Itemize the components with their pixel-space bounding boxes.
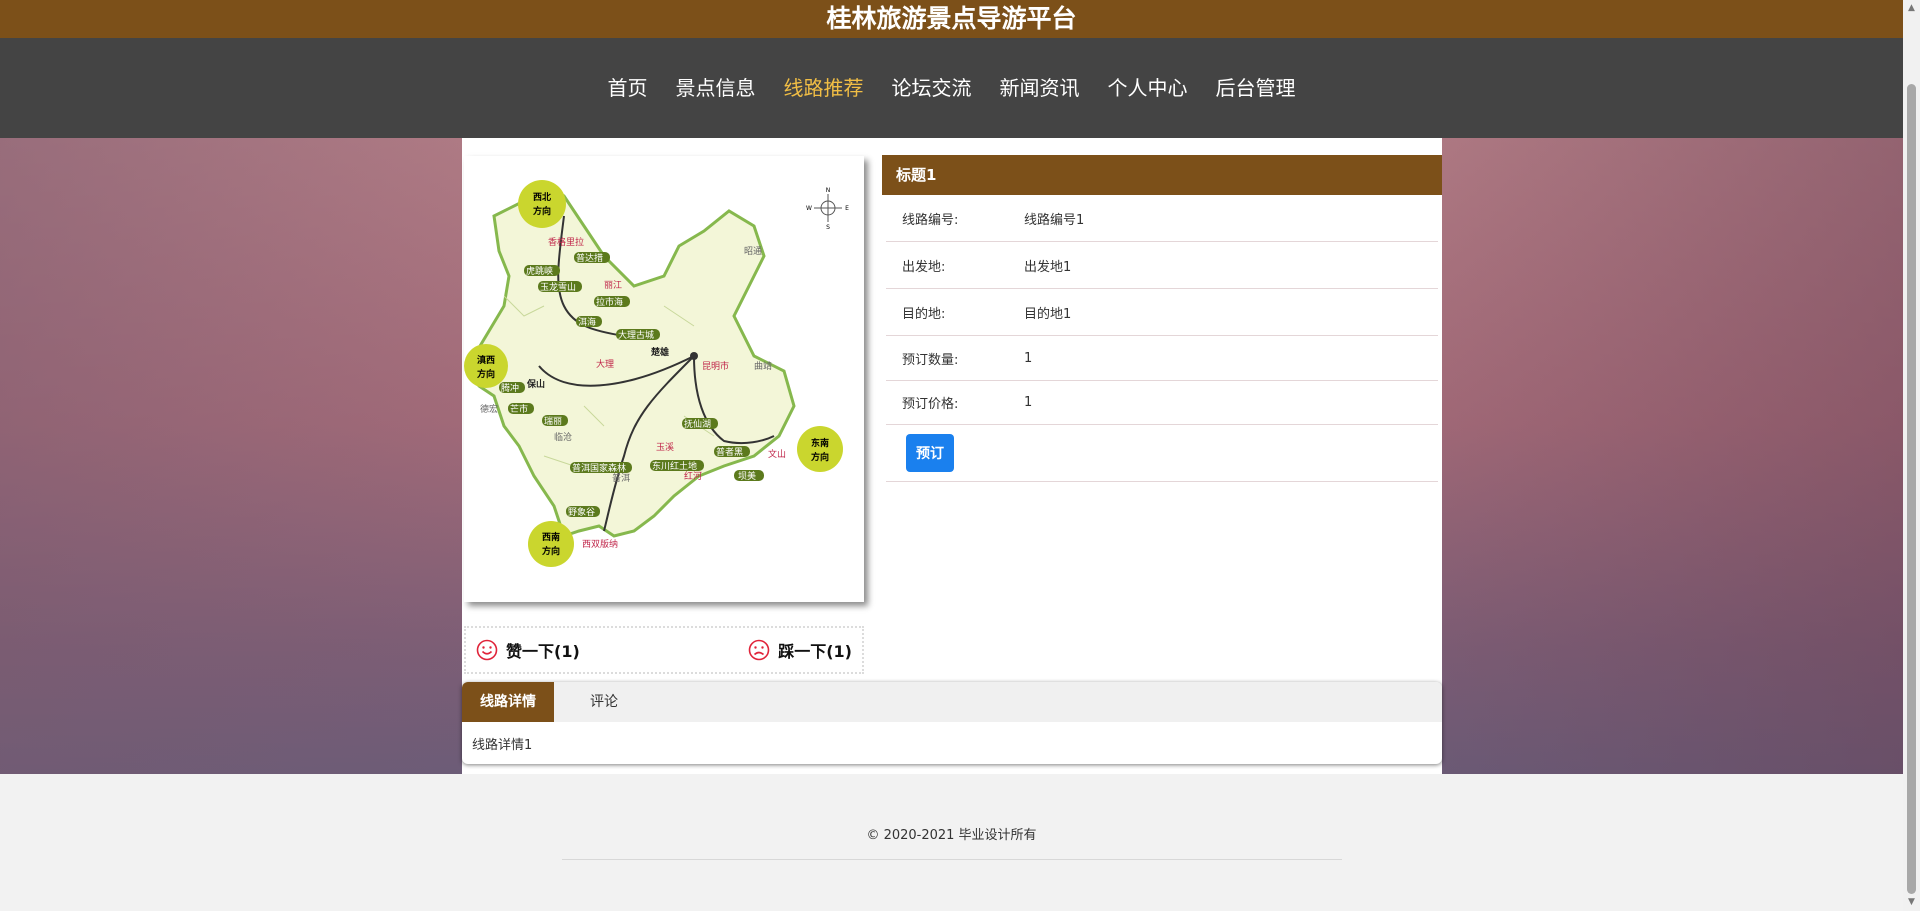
vertical-scrollbar[interactable]: ▲ ▼ xyxy=(1903,0,1920,911)
route-number-label: 线路编号: xyxy=(902,212,959,228)
destination-value: 目的地1 xyxy=(1024,306,1072,322)
map-place: 洱海 xyxy=(578,316,596,328)
tab-content: 线路详情1 xyxy=(472,738,533,753)
map-place: 保山 xyxy=(526,378,545,390)
nav-item-home[interactable]: 首页 xyxy=(595,68,661,108)
nav-item-forum[interactable]: 论坛交流 xyxy=(879,68,985,108)
svg-text:西北: 西北 xyxy=(533,191,551,203)
detail-tabs: 线路详情 评论 线路详情1 xyxy=(462,682,1442,764)
info-row-quantity: 预订数量: 1 xyxy=(886,336,1438,381)
copyright-text: © 2020-2021 毕业设计所有 xyxy=(866,828,1037,843)
departure-value: 出发地1 xyxy=(1024,259,1072,275)
map-place: 普洱国家森林 xyxy=(572,462,626,474)
smile-icon xyxy=(476,639,498,661)
region-nw-badge: 西北 方向 xyxy=(518,180,566,228)
map-place: 普达措 xyxy=(576,252,603,264)
svg-text:东南: 东南 xyxy=(811,437,829,449)
svg-text:方向: 方向 xyxy=(477,368,495,380)
scrollbar-thumb[interactable] xyxy=(1907,84,1916,894)
footer-divider xyxy=(562,859,1342,860)
map-place: 普者黑 xyxy=(716,446,743,458)
region-sw-badge: 西南 方向 xyxy=(528,521,574,567)
map-place: 腾冲 xyxy=(501,382,519,394)
info-row-destination: 目的地: 目的地1 xyxy=(886,289,1438,336)
map-place: 抚仙湖 xyxy=(684,418,711,430)
price-label: 预订价格: xyxy=(902,397,959,412)
svg-text:N: N xyxy=(826,187,831,194)
like-label: 赞一下(1) xyxy=(506,642,580,661)
map-place: 虎跳峡 xyxy=(526,265,553,277)
like-button[interactable]: 赞一下(1) xyxy=(476,638,580,662)
route-detail-container: 西北 方向 滇西 方向 西南 方向 东南 方向 N S E W 香格里拉 普达措… xyxy=(462,138,1442,774)
quantity-value: 1 xyxy=(1024,350,1033,366)
price-value: 1 xyxy=(1024,395,1033,410)
departure-label: 出发地: xyxy=(902,259,946,275)
map-place: 西双版纳 xyxy=(582,538,618,550)
svg-text:方向: 方向 xyxy=(533,205,551,217)
info-row-departure: 出发地: 出发地1 xyxy=(886,242,1438,289)
svg-text:W: W xyxy=(806,205,812,212)
map-place: 坝美 xyxy=(738,470,756,482)
region-w-badge: 滇西 方向 xyxy=(464,344,508,388)
vote-bar: 赞一下(1) 踩一下(1) xyxy=(464,626,864,674)
map-place: 拉市海 xyxy=(596,296,623,308)
map-place: 曲靖 xyxy=(754,360,772,372)
dislike-button[interactable]: 踩一下(1) xyxy=(748,638,852,662)
tab-bar: 线路详情 评论 xyxy=(462,682,1442,722)
map-place: 瑞丽 xyxy=(544,415,562,427)
map-place: 香格里拉 xyxy=(548,236,584,248)
map-place: 丽江 xyxy=(604,280,622,291)
booking-row: 预订 xyxy=(886,425,1438,482)
svg-text:滇西: 滇西 xyxy=(477,354,495,366)
quantity-label: 预订数量: xyxy=(902,352,959,368)
route-map-illustration: 西北 方向 滇西 方向 西南 方向 东南 方向 N S E W 香格里拉 普达措… xyxy=(464,156,864,602)
tab-comments[interactable]: 评论 xyxy=(554,682,654,722)
map-place: 普洱 xyxy=(612,472,630,484)
page-footer: © 2020-2021 毕业设计所有 xyxy=(0,786,1903,911)
destination-label: 目的地: xyxy=(902,306,946,322)
map-place: 野象谷 xyxy=(568,506,595,518)
svg-text:E: E xyxy=(845,205,849,212)
map-place: 大理 xyxy=(596,358,614,370)
tab-route-details[interactable]: 线路详情 xyxy=(462,682,554,722)
svg-text:方向: 方向 xyxy=(811,451,829,463)
nav-item-admin[interactable]: 后台管理 xyxy=(1203,68,1309,108)
map-place: 文山 xyxy=(768,448,786,460)
map-place: 昭通 xyxy=(744,246,762,257)
nav-item-attractions[interactable]: 景点信息 xyxy=(663,68,769,108)
dislike-label: 踩一下(1) xyxy=(778,642,852,661)
route-info-panel: 标题1 线路编号: 线路编号1 出发地: 出发地1 目的地: 目的地1 预订数量… xyxy=(882,155,1442,482)
map-place: 东川红土地 xyxy=(652,460,697,472)
region-se-badge: 东南 方向 xyxy=(797,426,843,472)
info-row-price: 预订价格: 1 xyxy=(886,381,1438,425)
map-place: 楚雄 xyxy=(650,346,669,358)
nav-item-news[interactable]: 新闻资讯 xyxy=(987,68,1093,108)
map-place: 芒市 xyxy=(510,403,528,415)
book-button[interactable]: 预订 xyxy=(906,434,954,472)
site-title: 桂林旅游景点导游平台 xyxy=(0,0,1903,39)
main-nav: 首页 景点信息 线路推荐 论坛交流 新闻资讯 个人中心 后台管理 xyxy=(0,38,1903,138)
map-place: 昆明市 xyxy=(702,360,729,372)
scroll-up-arrow-icon[interactable]: ▲ xyxy=(1903,0,1920,17)
map-place: 玉溪 xyxy=(656,441,674,453)
map-place: 德宏 xyxy=(480,403,498,415)
map-place: 玉龙雪山 xyxy=(540,281,576,293)
nav-item-profile[interactable]: 个人中心 xyxy=(1095,68,1201,108)
svg-text:方向: 方向 xyxy=(542,545,560,557)
svg-text:西南: 西南 xyxy=(542,531,560,543)
map-place: 临沧 xyxy=(554,431,572,443)
route-title: 标题1 xyxy=(882,155,1442,195)
nav-item-routes[interactable]: 线路推荐 xyxy=(771,68,877,108)
svg-text:S: S xyxy=(826,224,830,231)
route-number-value: 线路编号1 xyxy=(1024,212,1085,228)
info-row-route-number: 线路编号: 线路编号1 xyxy=(886,195,1438,242)
map-place: 大理古城 xyxy=(618,329,654,341)
frown-icon xyxy=(748,639,770,661)
route-map-image: 西北 方向 滇西 方向 西南 方向 东南 方向 N S E W 香格里拉 普达措… xyxy=(464,156,864,602)
scroll-down-arrow-icon[interactable]: ▼ xyxy=(1903,894,1920,911)
map-place: 红河 xyxy=(684,470,702,482)
